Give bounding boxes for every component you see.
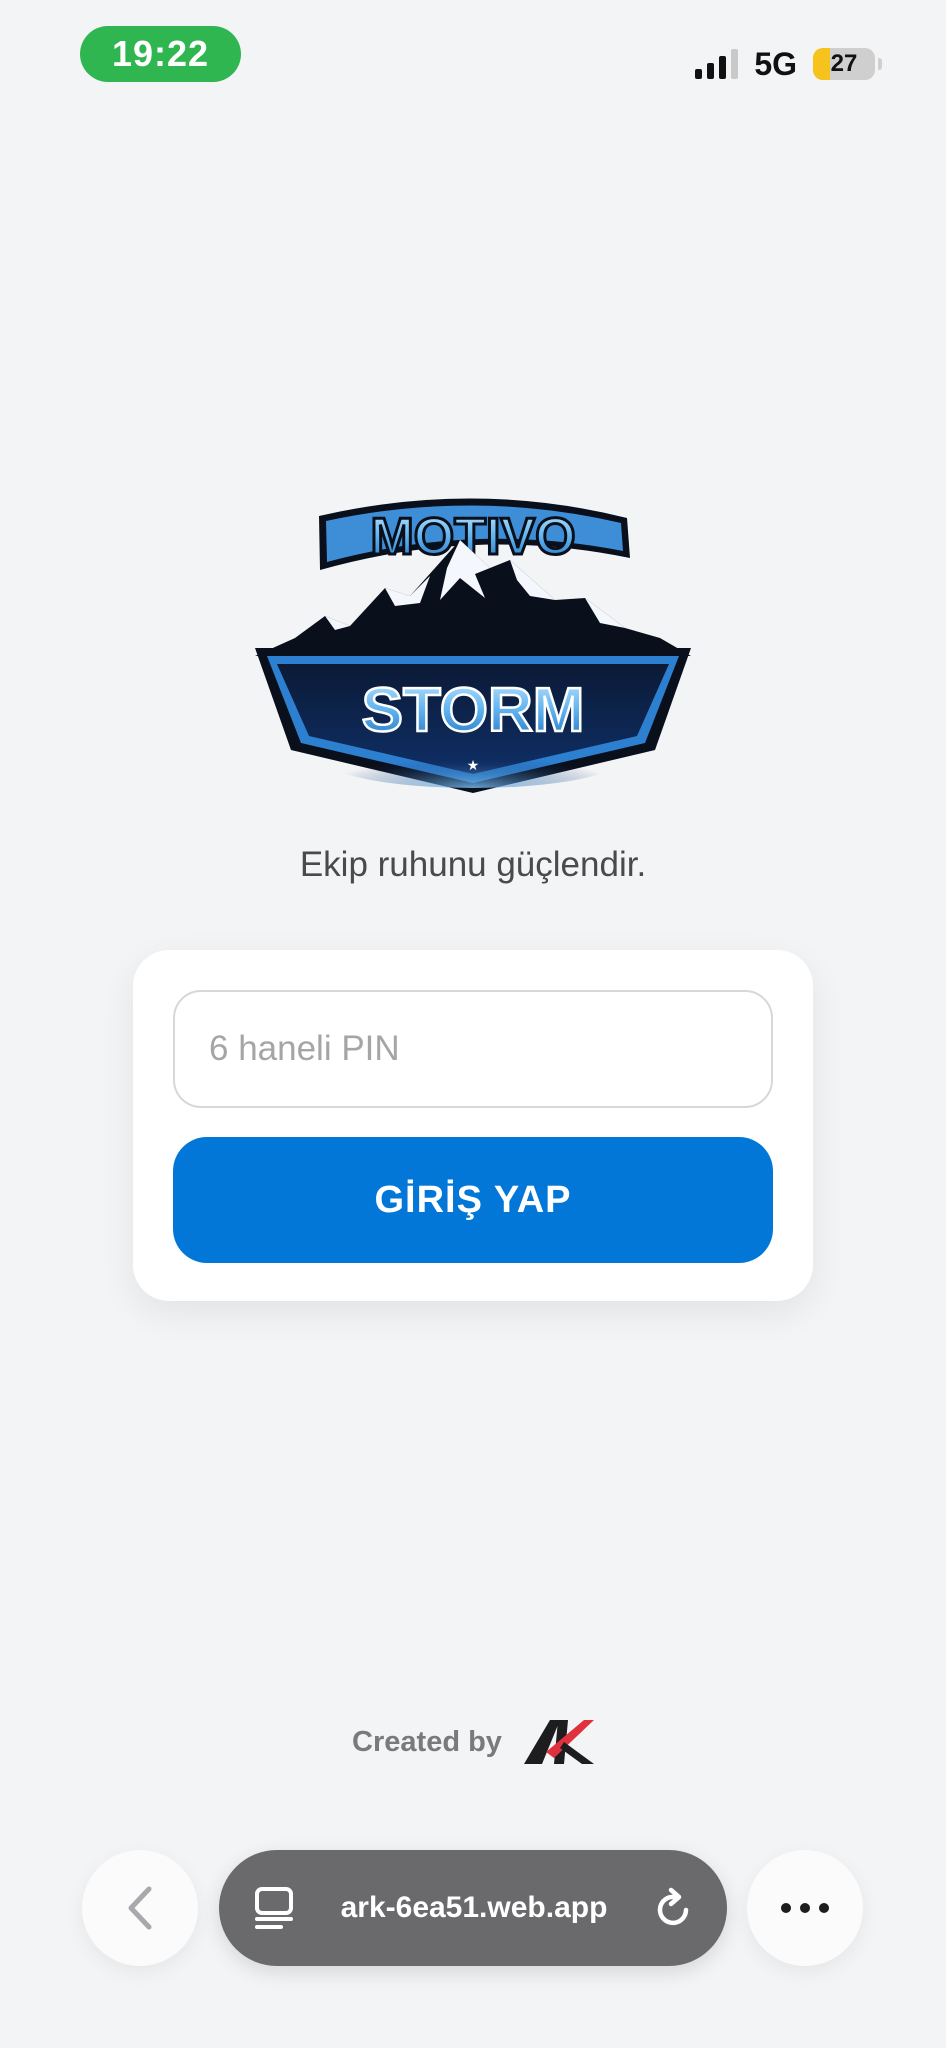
url-text[interactable]: ark-6ea51.web.app (309, 1891, 639, 1925)
ak-logo-icon: AK (523, 1718, 594, 1764)
motivo-storm-logo: MOTIVO STORM ★ (255, 498, 691, 793)
tab-overview-icon[interactable] (253, 1886, 295, 1930)
battery-cap (878, 58, 882, 70)
tagline: Ekip ruhunu güçlendir. (299, 845, 647, 884)
chevron-left-icon (128, 1886, 152, 1930)
status-indicators: 5G 27 (695, 36, 882, 92)
address-bar[interactable]: ark-6ea51.web.app (219, 1850, 727, 1966)
logo-bottom-text: STORM (362, 676, 585, 745)
ak-logo-text: AK (524, 1718, 526, 1719)
battery-fill (813, 48, 830, 80)
login-card: GİRİŞ YAP (133, 950, 813, 1301)
back-button[interactable] (82, 1850, 198, 1966)
created-by: Created by AK (0, 1718, 946, 1766)
more-button[interactable] (747, 1850, 863, 1966)
battery-icon: 27 (813, 48, 875, 80)
signal-icon (695, 49, 739, 79)
network-label: 5G (754, 45, 797, 82)
pin-input[interactable] (173, 990, 773, 1108)
created-by-label: Created by (352, 1725, 502, 1758)
status-time: 19:22 (80, 26, 241, 82)
reload-icon[interactable] (653, 1886, 695, 1930)
logo-star-icon: ★ (467, 758, 480, 774)
battery-percent: 27 (830, 50, 858, 77)
more-icon (781, 1903, 829, 1913)
login-button[interactable]: GİRİŞ YAP (173, 1137, 773, 1263)
